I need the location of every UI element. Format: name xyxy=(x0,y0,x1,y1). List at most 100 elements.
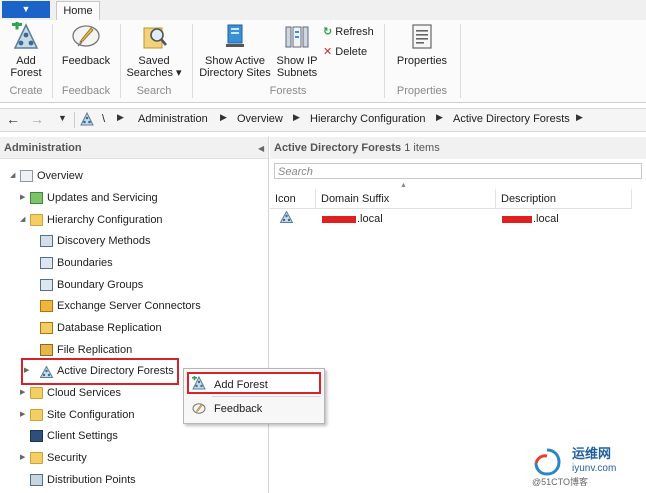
file-menu-button[interactable]: ▼ xyxy=(2,1,50,18)
crumb-root[interactable]: \ xyxy=(102,113,105,125)
boundary-groups-icon xyxy=(40,279,53,291)
forest-icon xyxy=(279,210,294,224)
tree-label: Boundaries xyxy=(57,257,113,269)
folder-icon xyxy=(30,387,43,399)
context-menu-add-forest[interactable]: Add Forest xyxy=(187,372,321,394)
content-pane: Active Directory Forests 1 items Search … xyxy=(270,137,646,493)
forest-add-icon xyxy=(11,19,41,52)
show-ip-subnets-label-2: Subnets xyxy=(276,67,318,79)
tab-home[interactable]: Home xyxy=(56,1,100,21)
tree-label: Site Configuration xyxy=(47,409,135,421)
column-header-domain-suffix[interactable]: Domain Suffix xyxy=(316,189,496,209)
folder-icon xyxy=(30,409,43,421)
exchange-connector-icon xyxy=(40,300,53,312)
tree-label: Distribution Points xyxy=(47,474,136,486)
show-ad-sites-button[interactable]: Show Active Directory Sites xyxy=(198,22,272,79)
crumb-separator-icon[interactable]: ▶ xyxy=(293,112,300,123)
collapse-arrow-icon[interactable]: ◢ xyxy=(20,210,25,230)
crumb-hierarchy-configuration[interactable]: Hierarchy Configuration xyxy=(310,113,426,125)
tree-label: File Replication xyxy=(57,344,133,356)
address-divider xyxy=(74,112,75,128)
history-dropdown-icon[interactable]: ▼ xyxy=(58,113,67,123)
feedback-icon xyxy=(71,22,101,52)
context-menu-label: Feedback xyxy=(214,403,263,415)
group-label-create: Create xyxy=(9,85,43,97)
delete-button[interactable]: ✕ Delete xyxy=(323,45,367,58)
navigation-pane: Administration ◀ ◢ Overview ▶ Updates an… xyxy=(0,137,269,493)
refresh-button[interactable]: ↻ Refresh xyxy=(323,25,374,38)
saved-searches-label-2: Searches ▾ xyxy=(126,67,182,79)
add-forest-ribbon-button[interactable]: Add Forest xyxy=(6,19,46,79)
watermark-text-3: @51CTO博客 xyxy=(532,477,588,487)
ribbon-divider xyxy=(192,24,193,98)
expand-arrow-icon[interactable]: ▶ xyxy=(20,188,25,208)
watermark-logo-icon xyxy=(534,448,561,476)
table-row[interactable]: .local .local xyxy=(270,210,646,229)
group-label-forests: Forests xyxy=(269,85,307,97)
tree-label: Security xyxy=(47,452,87,464)
show-ip-subnets-button[interactable]: Show IP Subnets xyxy=(274,22,320,79)
navigation-pane-title: Administration xyxy=(0,137,268,159)
crumb-separator-icon[interactable]: ▶ xyxy=(576,112,583,123)
saved-searches-icon xyxy=(139,22,169,52)
refresh-label: Refresh xyxy=(335,26,374,38)
redaction-mark xyxy=(502,215,532,223)
domain-suffix-cell: .local xyxy=(322,211,383,227)
tree-label: Exchange Server Connectors xyxy=(57,300,201,312)
context-menu: Add Forest Feedback xyxy=(183,368,325,424)
collapse-arrow-icon[interactable]: ◢ xyxy=(10,166,15,186)
properties-icon xyxy=(407,22,437,52)
expand-arrow-icon[interactable]: ▶ xyxy=(20,448,25,468)
tree-label: Hierarchy Configuration xyxy=(47,214,163,226)
domain-suffix-text: .local xyxy=(357,213,383,225)
saved-searches-label-1: Saved xyxy=(138,55,170,67)
ribbon-divider xyxy=(120,24,121,98)
tree-label: Database Replication xyxy=(57,322,162,334)
expand-arrow-icon[interactable]: ▶ xyxy=(20,383,25,403)
ribbon-divider xyxy=(384,24,385,98)
crumb-separator-icon[interactable]: ▶ xyxy=(220,112,227,123)
folder-icon xyxy=(30,214,43,226)
ip-subnets-icon xyxy=(282,22,312,52)
feedback-icon xyxy=(192,402,206,416)
properties-button[interactable]: Properties xyxy=(392,22,452,67)
expand-arrow-icon[interactable]: ▶ xyxy=(20,405,25,425)
distribution-points-icon xyxy=(30,474,43,486)
add-forest-label-2: Forest xyxy=(10,67,42,79)
ribbon: Add Forest Create Feedback Feedback Save… xyxy=(0,19,646,103)
delete-label: Delete xyxy=(335,46,368,58)
watermark-text-1: 运维网 xyxy=(572,446,612,461)
search-input[interactable]: Search xyxy=(274,163,642,179)
content-pane-header: Active Directory Forests 1 items xyxy=(270,137,646,159)
properties-label: Properties xyxy=(396,55,448,67)
tree-label: Client Settings xyxy=(47,430,118,442)
client-settings-icon xyxy=(30,430,43,442)
tree-item-highlight xyxy=(21,358,179,385)
ribbon-tab-bar: ▼ Home xyxy=(0,0,646,21)
ribbon-divider xyxy=(460,24,461,98)
crumb-separator-icon[interactable]: ▶ xyxy=(436,112,443,123)
column-header-description[interactable]: Description xyxy=(496,189,632,209)
tree-label: Overview xyxy=(37,170,83,182)
context-menu-feedback[interactable]: Feedback xyxy=(187,398,321,420)
tree-label: Updates and Servicing xyxy=(47,192,158,204)
column-header-icon[interactable]: Icon xyxy=(270,189,316,209)
add-forest-icon xyxy=(192,375,206,390)
crumb-separator-icon[interactable]: ▶ xyxy=(117,112,124,123)
menu-separator xyxy=(212,396,320,397)
group-label-properties: Properties xyxy=(396,85,448,97)
crumb-overview[interactable]: Overview xyxy=(237,113,283,125)
crumb-active-directory-forests[interactable]: Active Directory Forests xyxy=(453,113,570,125)
forward-arrow-icon[interactable]: → xyxy=(30,111,44,127)
back-arrow-icon[interactable]: ← xyxy=(6,111,20,127)
delete-icon: ✕ xyxy=(323,46,333,58)
feedback-ribbon-button[interactable]: Feedback xyxy=(58,22,114,67)
show-ad-sites-label-2: Directory Sites xyxy=(199,67,271,79)
tree-label: Boundary Groups xyxy=(57,279,144,291)
sort-ascending-icon: ▲ xyxy=(400,182,407,189)
discovery-methods-icon xyxy=(40,235,53,247)
crumb-administration[interactable]: Administration xyxy=(138,113,208,125)
saved-searches-button[interactable]: Saved Searches ▾ xyxy=(124,22,184,79)
description-cell: .local xyxy=(502,211,559,227)
collapse-pane-icon[interactable]: ◀ xyxy=(258,144,264,153)
